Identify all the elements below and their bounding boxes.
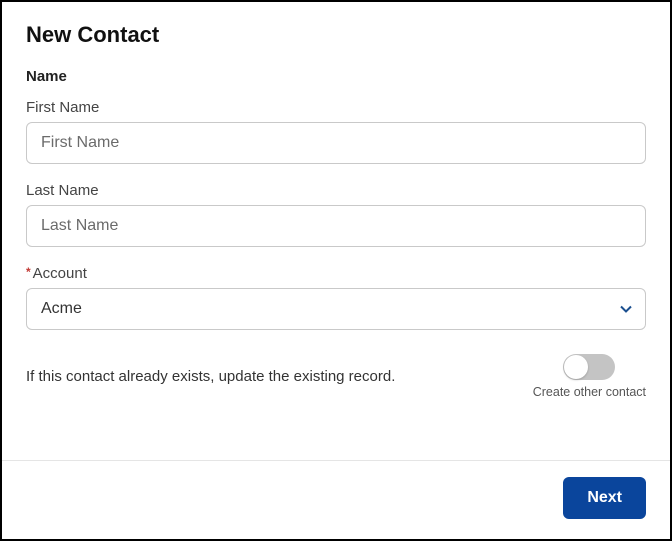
toggle-label: Create other contact	[533, 385, 646, 399]
account-field: *Account Acme	[26, 265, 646, 330]
first-name-label: First Name	[26, 99, 646, 116]
modal-footer: Next	[2, 460, 670, 539]
account-label-text: Account	[33, 265, 87, 282]
toggle-block: Create other contact	[533, 354, 646, 399]
helper-text: If this contact already exists, update t…	[26, 368, 395, 385]
helper-row: If this contact already exists, update t…	[26, 354, 646, 399]
last-name-label: Last Name	[26, 182, 646, 199]
account-select[interactable]: Acme	[26, 288, 646, 330]
first-name-input[interactable]	[26, 122, 646, 164]
required-asterisk-icon: *	[26, 265, 31, 279]
modal-body: New Contact Name First Name Last Name *A…	[2, 2, 670, 460]
create-other-contact-toggle[interactable]	[563, 354, 615, 380]
account-select-wrap: Acme	[26, 288, 646, 330]
page-title: New Contact	[26, 22, 646, 48]
last-name-input[interactable]	[26, 205, 646, 247]
account-label: *Account	[26, 265, 646, 282]
name-section-title: Name	[26, 68, 646, 85]
toggle-thumb	[564, 355, 588, 379]
next-button[interactable]: Next	[563, 477, 646, 519]
account-selected-value: Acme	[41, 300, 82, 318]
first-name-field: First Name	[26, 99, 646, 164]
last-name-field: Last Name	[26, 182, 646, 247]
new-contact-modal: New Contact Name First Name Last Name *A…	[0, 0, 672, 541]
